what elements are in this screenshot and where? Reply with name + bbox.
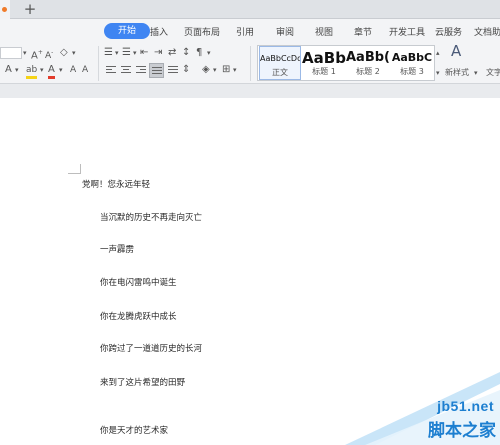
- numbering-dropdown-icon[interactable]: ▾: [133, 47, 137, 59]
- menu-tab-view[interactable]: 视图: [315, 25, 333, 38]
- unsaved-dot-icon: [2, 7, 7, 12]
- style-name: 正文: [272, 68, 288, 77]
- doc-line[interactable]: 你在龙腾虎跃中成长: [100, 310, 177, 322]
- style-sample: AaBb(: [346, 50, 390, 65]
- font-shrink-icon[interactable]: A-: [45, 47, 53, 62]
- numbering-icon[interactable]: ☰: [122, 47, 131, 59]
- justify-icon: [152, 67, 162, 77]
- ribbon-toolbar: ▾ A+ A- ◇ ▾ A ▾ ab ▾ A ▾ A A ☰ ▾ ☰ ▾ ⇤ ⇥…: [0, 43, 500, 84]
- doc-line[interactable]: 你在电闪雷鸣中诞生: [100, 276, 177, 288]
- active-document-tab[interactable]: [0, 0, 10, 19]
- new-style-icon[interactable]: A: [451, 44, 461, 59]
- new-style-button[interactable]: 新样式: [445, 67, 469, 79]
- workspace-background: [0, 84, 500, 98]
- text-effect-dropdown-icon[interactable]: ▾: [15, 64, 19, 76]
- menu-tab-start[interactable]: 开始: [104, 23, 150, 39]
- gallery-scroll-up-icon[interactable]: ▴: [436, 47, 440, 59]
- indent-icon[interactable]: ⇥: [154, 47, 162, 59]
- doc-line[interactable]: 当沉默的历史不再走向灭亡: [100, 211, 202, 223]
- shading-icon[interactable]: ◈: [202, 64, 210, 76]
- separator: [98, 46, 99, 81]
- sort-icon[interactable]: ↕: [182, 47, 190, 59]
- menu-tab-references[interactable]: 引用: [236, 25, 254, 38]
- separator: [250, 46, 251, 81]
- style-heading-2[interactable]: AaBb( 标题 2: [346, 46, 390, 80]
- doc-line[interactable]: 党啊！您永远年轻: [82, 178, 150, 190]
- chinese-layout-icon[interactable]: ⇄: [168, 47, 176, 59]
- watermark-site-text: jb51.net: [437, 398, 494, 414]
- char-border-icon[interactable]: A: [70, 64, 76, 76]
- document-tab-strip: +: [0, 0, 500, 19]
- font-size-box[interactable]: [0, 47, 22, 59]
- doc-line[interactable]: 一声霹雳: [100, 243, 134, 255]
- justify-button[interactable]: [149, 63, 164, 78]
- menu-bar: 开始 插入 页面布局 引用 审阅 视图 章节 开发工具 云服务 文档助手: [0, 19, 500, 43]
- menu-tab-review[interactable]: 审阅: [276, 25, 294, 38]
- align-left-icon[interactable]: [106, 66, 116, 76]
- style-name: 标题 3: [400, 67, 424, 76]
- style-gallery: AaBbCcDd 正文 AaBb 标题 1 AaBb( 标题 2 AaBbC 标…: [257, 45, 435, 81]
- style-heading-3[interactable]: AaBbC 标题 3: [390, 46, 434, 80]
- style-name: 标题 2: [356, 67, 380, 76]
- bullets-dropdown-icon[interactable]: ▾: [115, 47, 119, 59]
- font-color-dropdown-icon[interactable]: ▾: [59, 64, 63, 76]
- style-sample: AaBbC: [391, 51, 433, 64]
- font-size-dropdown-icon[interactable]: ▾: [23, 47, 27, 59]
- show-marks-icon[interactable]: ¶: [196, 47, 202, 59]
- style-normal[interactable]: AaBbCcDd 正文: [259, 46, 301, 80]
- line-spacing-icon[interactable]: ⇕: [182, 64, 190, 76]
- style-name: 标题 1: [312, 67, 336, 76]
- show-marks-dropdown-icon[interactable]: ▾: [207, 47, 211, 59]
- margin-corner-mark: [80, 164, 81, 174]
- distributed-icon[interactable]: [168, 66, 178, 76]
- font-grow-icon[interactable]: A+: [31, 47, 43, 62]
- style-heading-1[interactable]: AaBb 标题 1: [302, 46, 346, 80]
- clear-format-dropdown-icon[interactable]: ▾: [72, 47, 76, 59]
- clear-format-icon[interactable]: ◇: [60, 47, 68, 59]
- highlight-dropdown-icon[interactable]: ▾: [40, 64, 44, 76]
- doc-line[interactable]: 来到了这片希望的田野: [100, 376, 185, 388]
- shading-dropdown-icon[interactable]: ▾: [213, 64, 217, 76]
- style-sample: AaBb: [302, 49, 346, 67]
- menu-tab-insert[interactable]: 插入: [150, 25, 168, 38]
- menu-tab-chapter[interactable]: 章节: [354, 25, 372, 38]
- align-center-icon[interactable]: [121, 66, 131, 76]
- margin-corner-mark: [68, 173, 80, 174]
- align-right-icon[interactable]: [136, 66, 146, 76]
- highlight-icon[interactable]: ab: [26, 64, 38, 79]
- watermark-name-text: 脚本之家: [428, 421, 496, 441]
- menu-tab-cloud[interactable]: 云服务: [435, 25, 462, 38]
- new-style-dropdown-icon[interactable]: ▾: [474, 67, 478, 79]
- doc-line[interactable]: 你跨过了一道道历史的长河: [100, 342, 202, 354]
- text-tool-button[interactable]: 文字: [486, 67, 500, 79]
- menu-tab-doc-assistant[interactable]: 文档助手: [474, 25, 500, 38]
- text-effect-icon[interactable]: A: [5, 64, 12, 76]
- gallery-scroll-down-icon[interactable]: ▾: [436, 67, 440, 79]
- font-color-icon[interactable]: A: [48, 64, 55, 79]
- char-shading-icon[interactable]: A: [82, 64, 88, 76]
- bullets-icon[interactable]: ☰: [104, 47, 113, 59]
- borders-icon[interactable]: ⊞: [222, 64, 230, 76]
- borders-dropdown-icon[interactable]: ▾: [233, 64, 237, 76]
- site-watermark: jb51.net 脚本之家: [345, 372, 500, 445]
- style-sample: AaBbCcDd: [260, 54, 301, 63]
- outdent-icon[interactable]: ⇤: [140, 47, 148, 59]
- doc-line[interactable]: 你是天才的艺术家: [100, 424, 168, 436]
- menu-tab-page-layout[interactable]: 页面布局: [184, 25, 220, 38]
- new-tab-icon[interactable]: +: [22, 1, 38, 17]
- menu-tab-developer[interactable]: 开发工具: [389, 25, 425, 38]
